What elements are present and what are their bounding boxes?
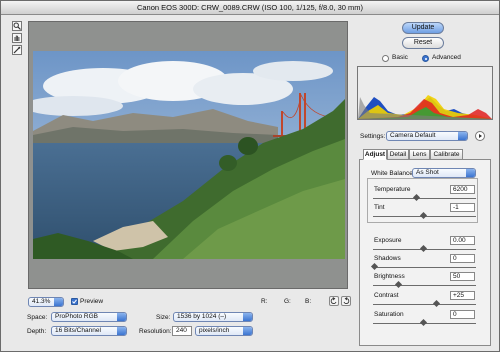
blue-readout-label: B: <box>305 298 312 305</box>
preview-checkbox[interactable] <box>71 298 78 305</box>
resolution-unit-value: pixels/inch <box>199 327 230 334</box>
depth-label: Depth: <box>27 328 47 335</box>
tab-calibrate[interactable]: Calibrate <box>430 149 463 160</box>
histogram-graph <box>358 95 492 119</box>
golden-gate-photo <box>33 51 345 259</box>
contrast-label: Contrast <box>374 292 399 299</box>
tint-label: Tint <box>374 204 385 211</box>
update-button[interactable]: Update <box>402 22 444 34</box>
depth-select[interactable]: 16 Bits/Channel <box>51 326 127 336</box>
brightness-label: Brightness <box>374 273 405 280</box>
chevron-down-icon <box>117 313 126 321</box>
preview-label: Preview <box>80 298 104 305</box>
space-select[interactable]: ProPhoto RGB <box>51 312 127 322</box>
brightness-input[interactable]: 50 <box>450 272 475 281</box>
chevron-down-icon <box>458 132 467 140</box>
window-title: Canon EOS 300D: CRW_0089.CRW (ISO 100, 1… <box>136 3 364 12</box>
shadows-slider-track[interactable] <box>373 267 476 268</box>
magnifier-icon <box>13 22 21 30</box>
depth-value: 16 Bits/Channel <box>55 327 101 334</box>
rotate-left-button[interactable] <box>329 296 339 306</box>
temperature-input[interactable]: 6200 <box>450 185 475 194</box>
chevron-down-icon <box>54 298 63 306</box>
zoom-level-value: 41.3% <box>32 298 51 305</box>
basic-label: Basic <box>392 54 408 61</box>
white-balance-tool-icon[interactable] <box>12 45 22 55</box>
green-readout-label: G: <box>284 298 291 305</box>
resolution-input[interactable]: 240 <box>172 326 192 336</box>
chevron-down-icon <box>243 327 252 335</box>
space-label: Space: <box>27 314 48 321</box>
hand-tool-icon[interactable] <box>12 33 22 43</box>
settings-label: Settings: <box>360 133 386 140</box>
settings-select[interactable]: Camera Default <box>386 131 468 141</box>
chevron-down-icon <box>243 313 252 321</box>
saturation-label: Saturation <box>374 311 404 318</box>
camera-raw-window: Canon EOS 300D: CRW_0089.CRW (ISO 100, 1… <box>0 0 500 352</box>
advanced-label: Advanced <box>432 54 461 61</box>
tint-input[interactable]: -1 <box>450 203 475 212</box>
white-balance-select[interactable]: As Shot <box>412 168 476 178</box>
resolution-unit-select[interactable]: pixels/inch <box>195 326 253 336</box>
tab-lens[interactable]: Lens <box>409 149 430 160</box>
white-balance-value: As Shot <box>416 169 439 176</box>
chevron-down-icon <box>117 327 126 335</box>
exposure-label: Exposure <box>374 237 402 244</box>
white-balance-label: White Balance: <box>371 170 415 177</box>
settings-menu-button[interactable] <box>475 131 485 141</box>
exposure-input[interactable]: 0.00 <box>450 236 475 245</box>
saturation-input[interactable]: 0 <box>450 310 475 319</box>
title-bar: Canon EOS 300D: CRW_0089.CRW (ISO 100, 1… <box>1 1 499 15</box>
triangle-right-icon <box>479 134 482 138</box>
hand-icon <box>14 35 20 41</box>
red-readout-label: R: <box>261 298 268 305</box>
basic-radio[interactable] <box>382 55 389 62</box>
space-value: ProPhoto RGB <box>55 313 98 320</box>
chevron-down-icon <box>466 169 475 177</box>
temperature-slider-track[interactable] <box>373 198 476 199</box>
zoom-tool-icon[interactable] <box>12 21 22 31</box>
reset-button[interactable]: Reset <box>402 37 444 49</box>
shadows-label: Shadows <box>374 255 401 262</box>
tab-adjust[interactable]: Adjust <box>363 149 387 160</box>
size-value: 1536 by 1024 (–) <box>177 313 227 320</box>
advanced-radio[interactable] <box>422 55 429 62</box>
radio-dot-icon <box>424 57 427 60</box>
size-label: Size: <box>156 314 171 321</box>
checkmark-icon <box>72 299 77 304</box>
rotate-left-icon <box>330 297 337 304</box>
resolution-label: Resolution: <box>139 328 172 335</box>
contrast-input[interactable]: +25 <box>450 291 475 300</box>
contrast-slider-track[interactable] <box>373 304 476 305</box>
temperature-label: Temperature <box>374 186 411 193</box>
rotate-right-icon <box>343 297 350 304</box>
size-select[interactable]: 1536 by 1024 (–) <box>173 312 253 322</box>
settings-value: Camera Default <box>390 132 436 139</box>
brightness-slider-track[interactable] <box>373 285 476 286</box>
tab-detail[interactable]: Detail <box>387 149 409 160</box>
preview-photo <box>33 51 345 259</box>
eyedropper-icon <box>13 46 21 54</box>
rotate-right-button[interactable] <box>341 296 351 306</box>
image-preview-area[interactable] <box>28 21 348 289</box>
histogram <box>357 66 493 120</box>
zoom-level-select[interactable]: 41.3% <box>28 297 64 307</box>
shadows-input[interactable]: 0 <box>450 254 475 263</box>
